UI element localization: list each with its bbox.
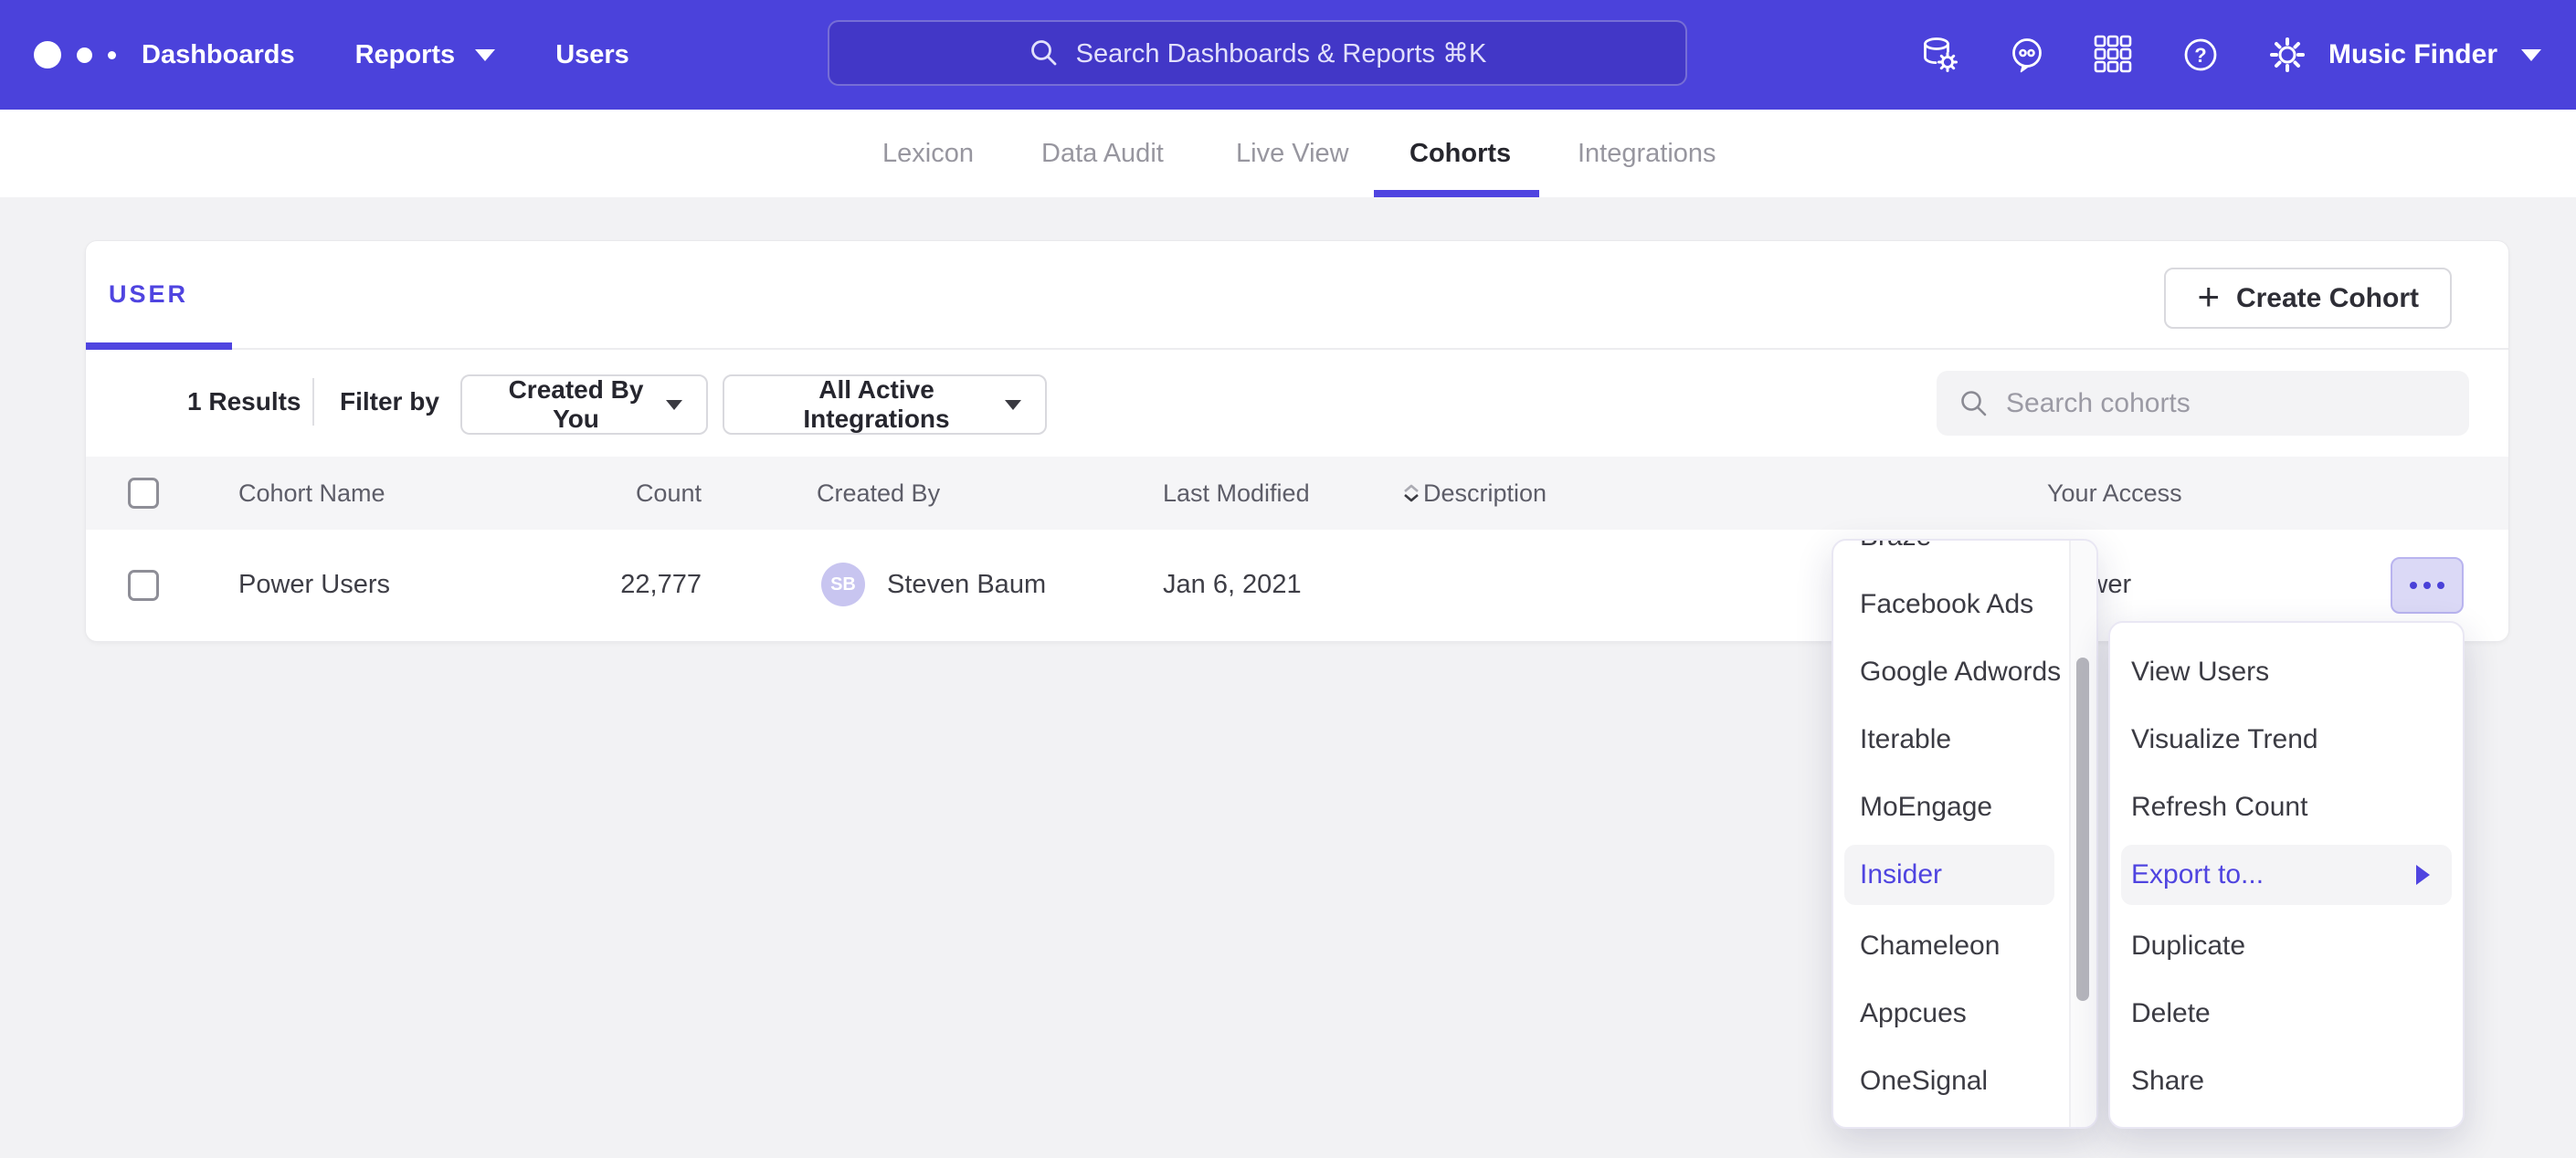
submenu-arrow-icon <box>2416 865 2430 885</box>
export-destination-list: Braze Facebook Ads Google Adwords Iterab… <box>1833 539 2096 1115</box>
row-actions-menu: View Users Visualize Trend Refresh Count… <box>2108 621 2465 1129</box>
column-created-by[interactable]: Created By <box>817 457 940 530</box>
global-search-input[interactable]: Search Dashboards & Reports ⌘K <box>828 20 1687 86</box>
svg-text:?: ? <box>2194 44 2206 67</box>
topbar-icon-group: ? <box>1919 34 2308 76</box>
help-icon[interactable]: ? <box>2180 34 2222 76</box>
column-description[interactable]: Description <box>1423 457 1547 530</box>
submenu-scrollbar-track[interactable] <box>2069 541 2096 1127</box>
primary-nav: Dashboards Reports Users <box>142 0 629 110</box>
avatar: SB <box>821 563 865 606</box>
mixpanel-logo-icon[interactable] <box>34 0 125 110</box>
menu-item-google-adwords[interactable]: Google Adwords <box>1833 638 2096 706</box>
chevron-down-icon <box>2521 49 2541 61</box>
nav-dashboards[interactable]: Dashboards <box>142 40 295 70</box>
menu-item-onesignal[interactable]: OneSignal <box>1833 1047 2096 1115</box>
tab-data-audit[interactable]: Data Audit <box>1041 110 1164 197</box>
cohort-search-input[interactable] <box>2006 388 2447 419</box>
project-name: Music Finder <box>2328 39 2497 70</box>
settings-icon[interactable] <box>2266 34 2308 76</box>
chevron-down-icon <box>666 400 682 410</box>
menu-item-iterable[interactable]: Iterable <box>1833 706 2096 774</box>
column-count[interactable]: Count <box>561 457 702 530</box>
cohorts-panel: USER + Create Cohort 1 Results Filter by… <box>86 241 2508 641</box>
nav-reports[interactable]: Reports <box>355 40 496 70</box>
integrations-filter-dropdown[interactable]: All Active Integrations <box>723 374 1047 435</box>
menu-item-share[interactable]: Share <box>2110 1047 2463 1115</box>
chevron-down-icon <box>1005 400 1021 410</box>
cohorts-page: { "topbar": { "nav_dashboards": "Dashboa… <box>0 0 2576 1158</box>
cohort-count: 22,777 <box>561 530 702 639</box>
top-navigation-bar: Dashboards Reports Users Search Dashboar… <box>0 0 2576 110</box>
data-management-tabs: Lexicon Data Audit Live View Cohorts Int… <box>0 110 2576 197</box>
created-by-name: Steven Baum <box>887 530 1046 639</box>
cohort-name-link[interactable]: Power Users <box>238 530 390 639</box>
dot-icon <box>2423 582 2431 589</box>
chevron-down-icon <box>475 49 495 61</box>
export-destination-submenu: Braze Facebook Ads Google Adwords Iterab… <box>1832 539 2098 1129</box>
column-your-access[interactable]: Your Access <box>2047 457 2182 530</box>
plus-icon: + <box>2197 278 2220 316</box>
tab-lexicon[interactable]: Lexicon <box>882 110 974 197</box>
tab-cohorts[interactable]: Cohorts <box>1409 110 1511 197</box>
cohort-type-tabbar: USER + Create Cohort <box>86 241 2508 350</box>
last-modified-date: Jan 6, 2021 <box>1163 530 1302 639</box>
menu-item-chameleon[interactable]: Chameleon <box>1833 912 2096 980</box>
menu-item-appcues[interactable]: Appcues <box>1833 980 2096 1047</box>
divider <box>312 378 314 426</box>
table-header-row: Cohort Name Count Created By Last Modifi… <box>86 457 2508 530</box>
menu-item-visualize-trend[interactable]: Visualize Trend <box>2110 706 2463 774</box>
menu-item-delete[interactable]: Delete <box>2110 980 2463 1047</box>
dot-icon <box>2410 582 2417 589</box>
row-checkbox[interactable] <box>128 570 159 601</box>
search-icon <box>1029 37 1060 68</box>
active-tab-underline <box>1374 190 1539 197</box>
dot-icon <box>2437 582 2444 589</box>
feedback-icon[interactable] <box>2006 34 2048 76</box>
project-switcher[interactable]: Music Finder <box>2328 0 2541 110</box>
menu-item-moengage[interactable]: MoEngage <box>1833 774 2096 841</box>
create-cohort-button[interactable]: + Create Cohort <box>2164 268 2452 329</box>
select-all-checkbox[interactable] <box>128 478 159 509</box>
sort-icon[interactable] <box>1401 483 1421 503</box>
user-tab-underline <box>86 342 232 350</box>
results-count: 1 Results <box>187 365 301 438</box>
tab-user-cohorts[interactable]: USER <box>109 241 188 348</box>
menu-item-duplicate[interactable]: Duplicate <box>2110 912 2463 980</box>
created-by-filter-dropdown[interactable]: Created By You <box>460 374 708 435</box>
submenu-scrollbar-thumb[interactable] <box>2076 658 2089 1001</box>
menu-item-insider[interactable]: Insider <box>1833 845 2096 912</box>
row-actions-button[interactable] <box>2391 557 2464 614</box>
nav-users[interactable]: Users <box>555 40 629 70</box>
database-settings-icon[interactable] <box>1919 34 1961 76</box>
column-cohort-name[interactable]: Cohort Name <box>238 457 385 530</box>
menu-item-refresh-count[interactable]: Refresh Count <box>2110 774 2463 841</box>
filter-by-label: Filter by <box>340 365 439 438</box>
column-last-modified[interactable]: Last Modified <box>1163 457 1310 530</box>
menu-item-view-users[interactable]: View Users <box>2110 638 2463 706</box>
app-switcher-icon[interactable] <box>2093 34 2135 76</box>
menu-item-export-to[interactable]: Export to... <box>2110 845 2463 912</box>
search-icon <box>1958 388 1990 419</box>
tab-live-view[interactable]: Live View <box>1236 110 1349 197</box>
menu-item-braze[interactable]: Braze <box>1833 539 2096 571</box>
global-search-placeholder: Search Dashboards & Reports ⌘K <box>1076 37 1487 69</box>
cohort-search-box <box>1937 371 2469 436</box>
menu-item-facebook-ads[interactable]: Facebook Ads <box>1833 571 2096 638</box>
tab-integrations[interactable]: Integrations <box>1578 110 1716 197</box>
